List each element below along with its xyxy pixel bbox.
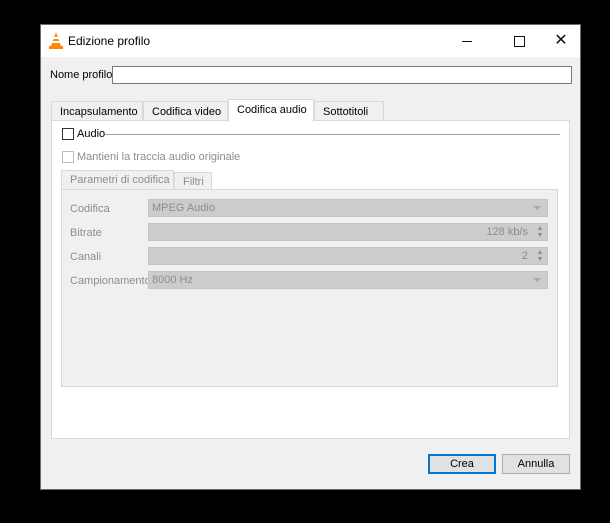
tab-audio-codec[interactable]: Codifica audio [228,99,314,122]
maximize-icon [513,35,525,47]
audio-group-divider [105,134,560,135]
bitrate-value: 128 kb/s [486,226,528,238]
profile-name-label: Nome profilo [50,69,113,81]
tab-encapsulation[interactable]: Incapsulamento [51,101,143,121]
subtab-encoding-params[interactable]: Parametri di codifica [61,170,174,190]
create-button[interactable]: Crea [428,454,496,474]
keep-original-audio-checkbox[interactable] [62,151,74,163]
codec-value: MPEG Audio [152,202,215,214]
audio-checkbox[interactable] [62,128,74,140]
bitrate-label: Bitrate [70,227,102,239]
channels-label: Canali [70,251,102,263]
audio-checkbox-label: Audio [77,128,106,140]
channels-value: 2 [521,250,528,262]
title-bar: Edizione profilo ✕ [41,25,580,57]
close-button[interactable]: ✕ [538,25,584,57]
tab-video-codec[interactable]: Codifica video [143,101,228,121]
spin-arrows-icon: ▲ ▼ [536,249,544,263]
bitrate-spinbox[interactable]: 128 kb/s ▲ ▼ [148,223,548,241]
chevron-down-icon [533,278,541,282]
chevron-down-icon [533,206,541,210]
vlc-cone-icon [49,32,63,49]
tab-subtitles[interactable]: Sottotitoli [314,101,384,121]
subtab-filters[interactable]: Filtri [174,172,212,190]
minimize-button[interactable] [444,25,490,57]
maximize-button[interactable] [496,25,542,57]
cancel-button[interactable]: Annulla [502,454,570,474]
channels-spinbox[interactable]: 2 ▲ ▼ [148,247,548,265]
keep-original-audio-label: Mantieni la traccia audio originale [77,151,241,163]
close-icon: ✕ [554,32,568,49]
profile-name-input[interactable] [112,66,572,84]
samplerate-select[interactable]: 8000 Hz [148,271,548,289]
profile-edit-dialog: Edizione profilo ✕ Nome profilo Incapsul… [40,24,581,490]
samplerate-value: 8000 Hz [152,274,193,286]
codec-label: Codifica [70,203,110,215]
window-title: Edizione profilo [68,34,151,48]
samplerate-label: Campionamento [70,275,151,287]
minimize-icon [462,40,472,42]
codec-select[interactable]: MPEG Audio [148,199,548,217]
spin-arrows-icon: ▲ ▼ [536,225,544,239]
